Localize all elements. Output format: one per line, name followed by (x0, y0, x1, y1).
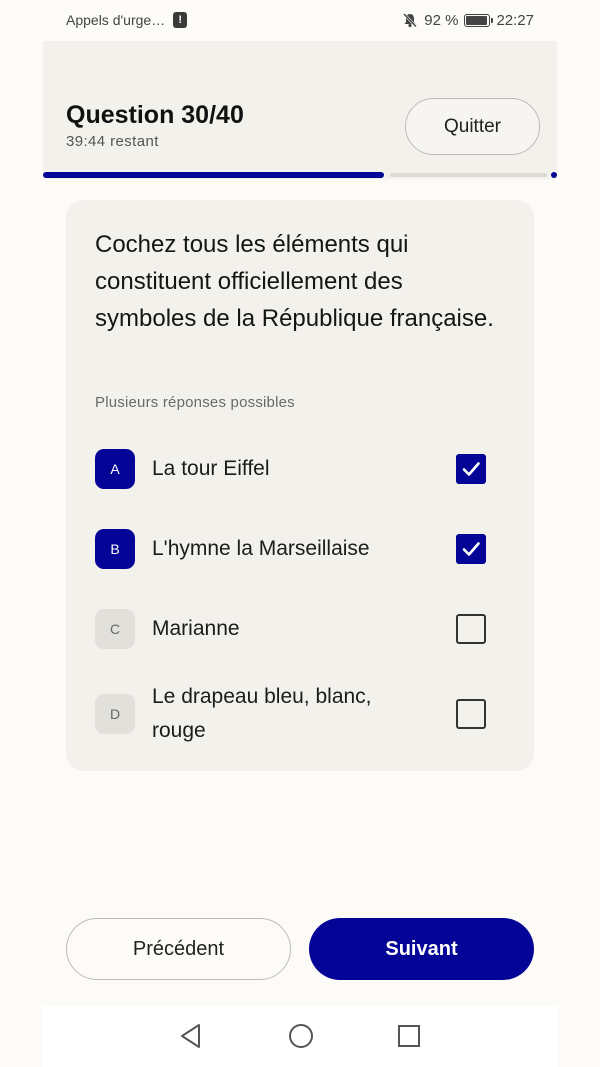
bell-muted-icon (403, 13, 418, 28)
question-text: Cochez tous les éléments qui constituent… (95, 231, 494, 332)
home-circle-icon[interactable] (288, 1023, 314, 1049)
question-card: Cochez tous les éléments qui constituent… (66, 200, 534, 771)
quiz-header: Question 30/40 39:44 restant Quitter (43, 41, 557, 179)
battery-percent: 92 % (424, 11, 459, 29)
progress-remaining (390, 173, 547, 177)
quiz-screen: Appels d'urge… ! 92 % 22:27 Question 30/… (0, 0, 600, 1067)
question-counter: Question 30/40 (66, 101, 244, 129)
emergency-calls-text: Appels d'urge… (66, 12, 166, 28)
option-checkbox[interactable] (456, 454, 486, 484)
time-remaining: 39:44 restant (66, 133, 159, 150)
option-a[interactable]: A La tour Eiffel (95, 439, 505, 499)
quit-button[interactable]: Quitter (405, 98, 540, 155)
option-checkbox[interactable] (456, 614, 486, 644)
battery-fill (466, 15, 487, 25)
progress-bar (43, 172, 557, 178)
answer-hint: Plusieurs réponses possibles (95, 394, 295, 411)
progress-end-dot (551, 172, 557, 178)
previous-button[interactable]: Précédent (66, 918, 291, 980)
option-letter-badge: B (95, 529, 135, 569)
system-nav-bar (43, 1006, 557, 1067)
option-label: La tour Eiffel (152, 457, 270, 480)
option-letter-badge: A (95, 449, 135, 489)
option-checkbox[interactable] (456, 534, 486, 564)
recents-square-icon[interactable] (397, 1024, 421, 1048)
option-b[interactable]: B L'hymne la Marseillaise (95, 519, 505, 579)
status-left: Appels d'urge… ! (66, 12, 188, 28)
option-letter-badge: C (95, 609, 135, 649)
alert-icon: ! (173, 12, 188, 28)
option-d[interactable]: D Le drapeau bleu, blanc, rouge (95, 679, 505, 749)
option-checkbox[interactable] (456, 699, 486, 729)
option-label: L'hymne la Marseillaise (152, 537, 370, 560)
status-bar: Appels d'urge… ! 92 % 22:27 (0, 0, 600, 40)
next-button[interactable]: Suivant (309, 918, 534, 980)
check-icon (462, 462, 480, 476)
battery-icon (464, 13, 494, 27)
option-letter-badge: D (95, 694, 135, 734)
option-c[interactable]: C Marianne (95, 599, 505, 659)
clock: 22:27 (496, 11, 534, 29)
status-right: 92 % 22:27 (402, 12, 534, 29)
option-label: Marianne (152, 617, 240, 640)
check-icon (462, 542, 480, 556)
option-label: Le drapeau bleu, blanc, rouge (152, 685, 372, 742)
back-triangle-icon[interactable] (179, 1023, 203, 1049)
progress-fill (43, 172, 384, 178)
